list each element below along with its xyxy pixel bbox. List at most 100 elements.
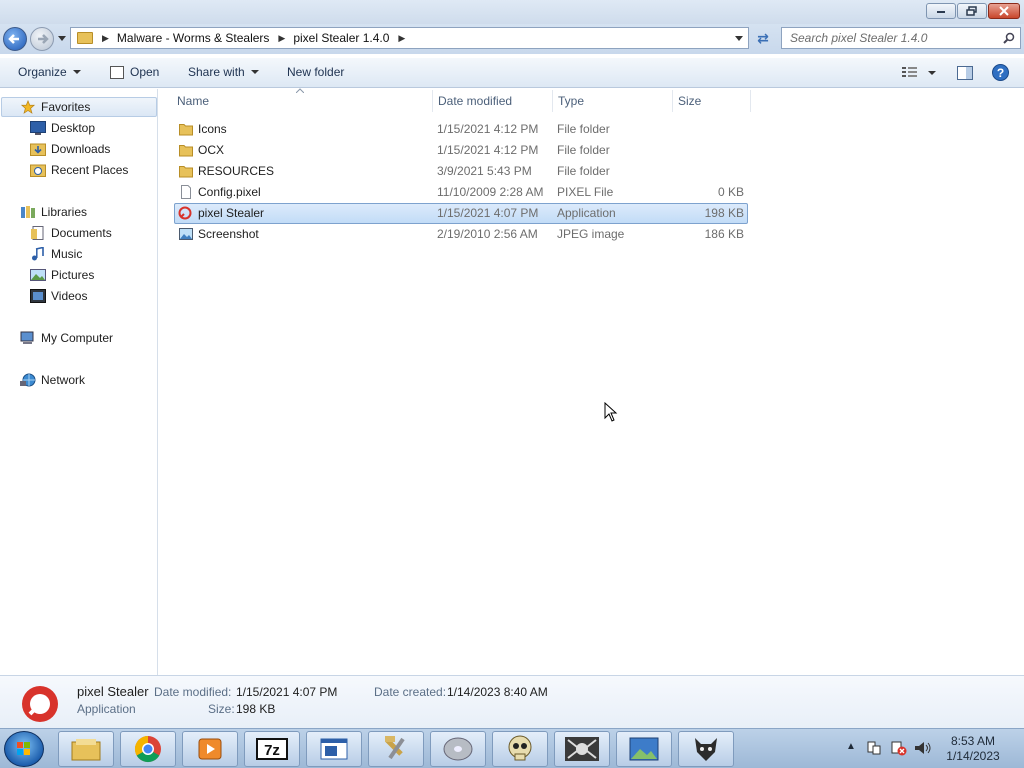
nav-item-music[interactable]: Music	[30, 244, 82, 264]
command-bar: Organize Open Share with New folder ?	[0, 58, 1024, 88]
nav-my-computer[interactable]: My Computer	[20, 328, 113, 348]
nav-item-pictures[interactable]: Pictures	[30, 265, 94, 285]
column-separator[interactable]	[552, 90, 553, 112]
taskbar-image-viewer[interactable]	[616, 731, 672, 767]
taskbar-file-explorer[interactable]	[58, 731, 114, 767]
address-bar[interactable]: ▶ Malware - Worms & Stealers ▶ pixel Ste…	[70, 27, 749, 49]
action-center-icon[interactable]	[866, 740, 882, 756]
column-separator[interactable]	[750, 90, 751, 112]
mouse-cursor-icon	[604, 402, 618, 422]
taskbar-spider[interactable]	[554, 731, 610, 767]
libraries-icon	[21, 206, 35, 218]
column-header-size[interactable]: Size	[678, 90, 701, 112]
show-hidden-icons-button[interactable]: ▲	[846, 741, 856, 752]
preview-pane-icon[interactable]	[957, 66, 973, 80]
details-pane: pixel Stealer Application Date modified:…	[0, 675, 1024, 728]
recent-pages-dropdown[interactable]	[58, 36, 66, 41]
minimize-icon	[937, 11, 945, 13]
taskbar-chrome[interactable]	[120, 731, 176, 767]
new-folder-button[interactable]: New folder	[287, 65, 344, 79]
file-row[interactable]: Config.pixel 11/10/2009 2:28 AM PIXEL Fi…	[174, 182, 748, 203]
wolf-icon	[695, 738, 717, 761]
minimize-button[interactable]	[926, 3, 956, 19]
chevron-right-icon[interactable]: ▶	[278, 33, 285, 44]
restore-icon	[966, 6, 977, 16]
recent-places-icon	[30, 164, 46, 177]
taskbar-media-player[interactable]	[182, 731, 238, 767]
network-warning-icon[interactable]	[891, 740, 907, 756]
file-type: JPEG image	[557, 227, 625, 241]
forward-arrow-icon	[38, 34, 49, 44]
nav-item-downloads[interactable]: Downloads	[30, 139, 110, 159]
taskbar-skull[interactable]	[492, 731, 548, 767]
taskbar-7zip[interactable]: 7z	[244, 731, 300, 767]
file-date: 1/15/2021 4:12 PM	[437, 122, 539, 136]
start-button[interactable]	[4, 731, 44, 767]
open-label: Open	[130, 65, 160, 79]
search-icon[interactable]	[1003, 32, 1015, 44]
nav-item-videos[interactable]: Videos	[30, 286, 87, 306]
file-row[interactable]: RESOURCES 3/9/2021 5:43 PM File folder	[174, 161, 748, 182]
file-size: 0 KB	[717, 185, 744, 199]
restore-button[interactable]	[957, 3, 987, 19]
nav-item-documents[interactable]: Documents	[30, 223, 112, 243]
organize-button[interactable]: Organize	[18, 65, 81, 79]
folder-icon	[179, 145, 193, 157]
close-button[interactable]	[988, 3, 1020, 19]
column-separator[interactable]	[432, 90, 433, 112]
nav-item-recent-places[interactable]: Recent Places	[30, 160, 128, 180]
column-header-date-modified[interactable]: Date modified	[438, 90, 512, 112]
taskbar-wolf[interactable]	[678, 731, 734, 767]
close-icon	[999, 6, 1009, 16]
file-date: 1/15/2021 4:12 PM	[437, 143, 539, 157]
change-view-icon[interactable]	[902, 66, 918, 78]
system-clock[interactable]: 8:53 AM 1/14/2023	[940, 734, 1006, 764]
file-type: File folder	[557, 122, 610, 136]
share-with-button[interactable]: Share with	[188, 65, 259, 79]
forward-button[interactable]	[30, 27, 54, 51]
app-icon	[178, 206, 192, 220]
nav-network[interactable]: Network	[20, 370, 85, 390]
column-separator[interactable]	[672, 90, 673, 112]
file-name: OCX	[198, 143, 225, 157]
tools-icon	[385, 736, 405, 760]
column-header-type[interactable]: Type	[558, 90, 584, 112]
nav-item-label: Videos	[51, 289, 88, 303]
nav-libraries[interactable]: Libraries	[20, 202, 87, 222]
refresh-button[interactable]: ⇄	[752, 29, 774, 47]
taskbar-disc[interactable]	[430, 731, 486, 767]
computer-icon	[20, 331, 34, 344]
nav-my-computer-label: My Computer	[41, 331, 114, 345]
column-header-label: Size	[678, 94, 702, 108]
file-row[interactable]: OCX 1/15/2021 4:12 PM File folder	[174, 140, 748, 161]
folder-icon	[179, 124, 193, 136]
file-type: File folder	[557, 164, 610, 178]
file-row[interactable]: Screenshot 2/19/2010 2:56 AM JPEG image …	[174, 224, 748, 245]
taskbar-window-app[interactable]	[306, 731, 362, 767]
documents-icon	[31, 226, 44, 240]
taskbar-tools[interactable]	[368, 731, 424, 767]
back-button[interactable]	[3, 27, 27, 51]
chevron-down-icon[interactable]	[735, 36, 743, 41]
details-size-label: Size:	[208, 702, 235, 716]
column-header-name[interactable]: Name	[177, 90, 209, 112]
chevron-right-icon[interactable]: ▶	[398, 33, 405, 44]
file-row-selected[interactable]: pixel Stealer 1/15/2021 4:07 PM Applicat…	[174, 203, 748, 224]
search-box[interactable]	[781, 27, 1021, 49]
nav-favorites-label: Favorites	[41, 100, 91, 114]
volume-icon[interactable]	[914, 740, 932, 756]
help-icon[interactable]: ?	[992, 64, 1009, 81]
refresh-icon: ⇄	[757, 29, 769, 46]
open-button[interactable]: Open	[110, 65, 159, 79]
nav-favorites[interactable]: Favorites	[1, 97, 157, 117]
downloads-folder-icon	[30, 143, 46, 156]
breadcrumb-item[interactable]: Malware - Worms & Stealers	[117, 31, 269, 45]
nav-item-desktop[interactable]: Desktop	[30, 118, 95, 138]
search-input[interactable]	[782, 28, 992, 48]
view-options-dropdown[interactable]	[928, 71, 936, 75]
chevron-right-icon[interactable]: ▶	[102, 33, 109, 44]
share-with-label: Share with	[188, 65, 245, 79]
breadcrumb-item[interactable]: pixel Stealer 1.4.0	[293, 31, 389, 45]
file-row[interactable]: Icons 1/15/2021 4:12 PM File folder	[174, 119, 748, 140]
details-date-modified: 1/15/2021 4:07 PM	[236, 685, 338, 699]
